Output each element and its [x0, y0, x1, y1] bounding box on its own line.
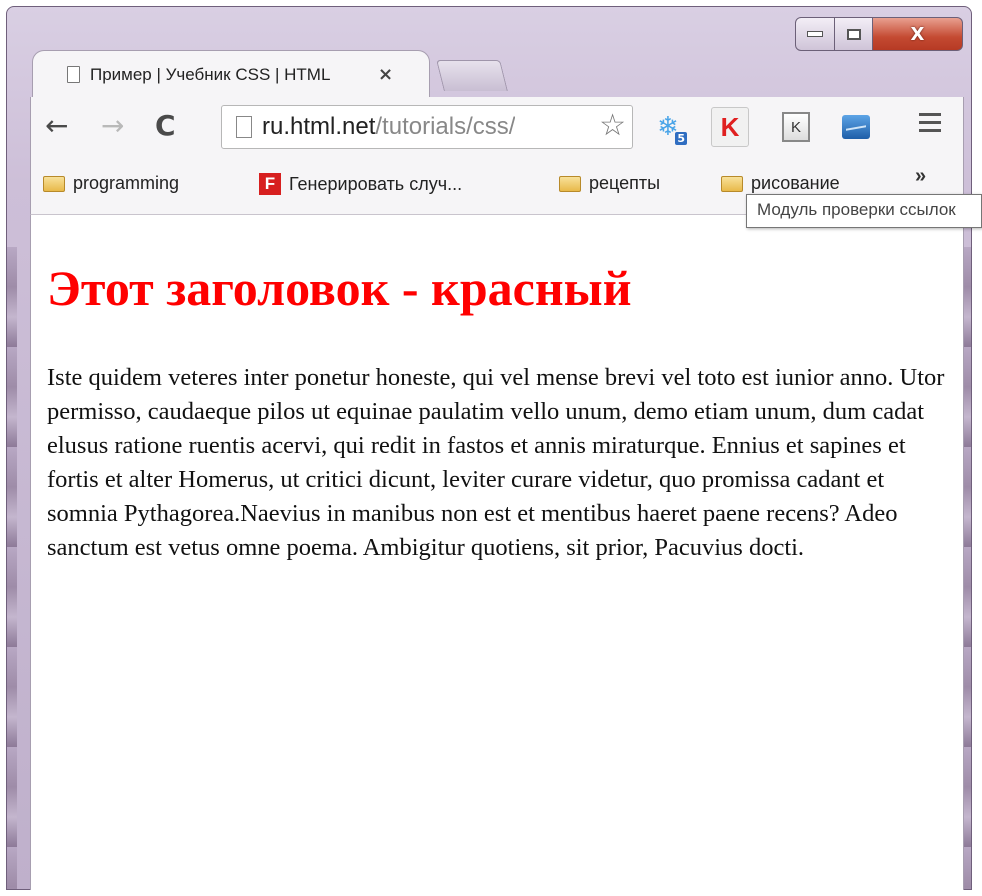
page-paragraph: Iste quidem veteres inter ponetur honest… [47, 364, 945, 561]
tab-title: Пример | Учебник CSS | HTML [90, 64, 331, 84]
bookmark-drawing[interactable]: рисование [721, 173, 840, 194]
folder-icon [43, 175, 65, 192]
minimize-button[interactable] [795, 17, 835, 51]
page-content: Этот заголовок - красный Iste quidem vet… [30, 215, 964, 890]
chart-icon [842, 115, 870, 139]
back-button[interactable]: ← [45, 109, 68, 142]
chart-extension-icon[interactable] [837, 107, 875, 147]
extension-badge: 5 [675, 132, 687, 145]
minimize-icon [807, 31, 823, 37]
page-heading: Этот заголовок - красный [47, 260, 632, 316]
tab-active[interactable]: Пример | Учебник CSS | HTML × [32, 50, 430, 98]
keyboard-logo: K [782, 112, 810, 142]
bookmark-label: рецепты [589, 173, 661, 193]
folder-icon [721, 175, 743, 192]
bookmark-generator[interactable]: F Генерировать случ... [259, 173, 462, 195]
new-tab-button[interactable] [436, 60, 508, 91]
folder-icon [559, 175, 581, 192]
extension-tooltip: Модуль проверки ссылок [746, 194, 982, 228]
address-bar[interactable]: ru.html.net/tutorials/css/ ☆ [221, 105, 633, 149]
tab-close-button[interactable]: × [378, 64, 393, 85]
menu-icon[interactable] [919, 113, 941, 137]
keyboard-extension-icon[interactable]: K [777, 107, 815, 147]
toolbar: ← → C ru.html.net/tutorials/css/ ☆ ❄ 5 K … [30, 97, 964, 159]
bookmark-programming[interactable]: programming [43, 173, 179, 194]
page-icon [67, 66, 80, 83]
close-icon: X [910, 23, 925, 45]
url-host: ru.html.net [262, 113, 376, 140]
maximize-icon [846, 28, 861, 40]
maximize-button[interactable] [835, 17, 873, 51]
kaspersky-logo: K [720, 111, 740, 142]
close-window-button[interactable]: X [873, 17, 963, 51]
bookmarks-overflow-button[interactable]: » [915, 165, 926, 188]
forward-button[interactable]: → [101, 109, 124, 142]
reload-button[interactable]: C [155, 109, 176, 142]
window-caption-buttons: X [795, 17, 963, 51]
bookmark-recipes[interactable]: рецепты [559, 173, 660, 194]
f-favicon-icon: F [259, 173, 281, 195]
bookmark-label: programming [73, 173, 180, 193]
kaspersky-extension-icon[interactable]: K [711, 107, 749, 147]
page-icon [236, 116, 252, 138]
url-path: /tutorials/css/ [375, 113, 516, 140]
bookmark-star-icon[interactable]: ☆ [599, 108, 626, 143]
snowflake-extension-icon[interactable]: ❄ 5 [649, 107, 687, 147]
bookmark-label: рисование [751, 173, 840, 193]
bookmark-label: Генерировать случ... [289, 173, 463, 194]
